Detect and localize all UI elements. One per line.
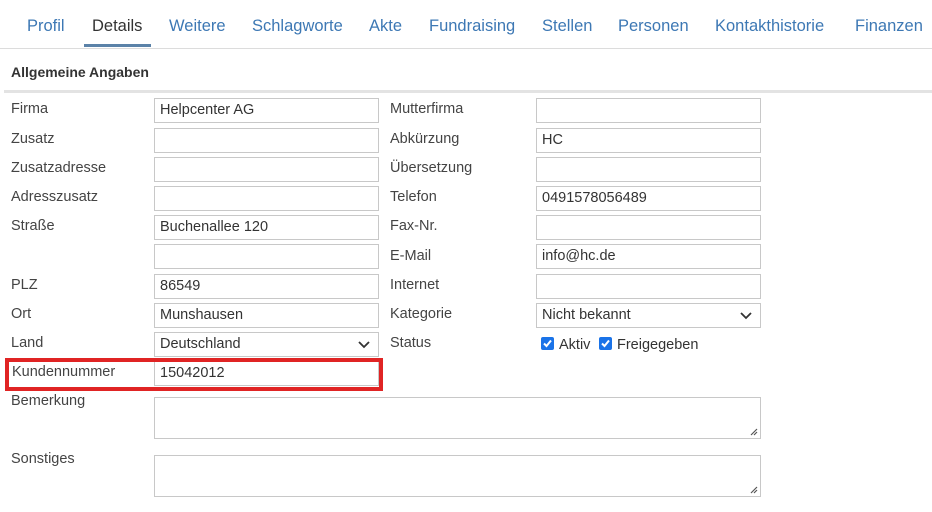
adresszusatz-field[interactable] [154,186,379,211]
kategorie-label: Kategorie [390,306,453,322]
internet-field[interactable] [536,274,761,299]
ort-label: Ort [11,306,32,322]
fax-label: Fax-Nr. [390,218,438,234]
tab-kontakthistorie[interactable]: Kontakthistorie [715,17,824,36]
tab-stellen[interactable]: Stellen [542,17,592,36]
resize-grip-icon[interactable] [748,426,758,436]
zusatz-label: Zusatz [11,131,55,147]
section-title: Allgemeine Angaben [11,64,149,80]
tab-schlagworte[interactable]: Schlagworte [252,17,343,36]
plz-field[interactable]: 86549 [154,274,379,299]
zusatzadresse-label: Zusatzadresse [11,160,107,176]
uebersetzung-field[interactable] [536,157,761,182]
tab-details[interactable]: Details [92,17,142,36]
email-label: E-Mail [390,248,432,264]
internet-label: Internet [390,277,440,293]
section-divider [4,90,932,93]
tab-personen[interactable]: Personen [618,17,689,36]
chevron-down-icon [740,312,752,320]
sonstiges-label: Sonstiges [11,451,75,467]
status-label: Status [390,335,432,351]
abkuerzung-field[interactable]: HC [536,128,761,153]
aktiv-label[interactable]: Aktiv [559,337,590,353]
check-icon [543,339,552,348]
tab-weitere[interactable]: Weitere [169,17,226,36]
mutterfirma-label: Mutterfirma [390,101,464,117]
land-label: Land [11,335,44,351]
tab-fundraising[interactable]: Fundraising [429,17,515,36]
tab-bar: Profil Details Weitere Schlagworte Akte … [0,0,932,49]
strasse-label: Straße [11,218,55,234]
tab-akte[interactable]: Akte [369,17,402,36]
kundennummer-highlight-box [5,358,383,391]
bemerkung-textarea[interactable] [154,397,761,439]
fax-field[interactable] [536,215,761,240]
firma-label: Firma [11,101,49,117]
freigegeben-label[interactable]: Freigegeben [617,337,698,353]
zusatz-field[interactable] [154,128,379,153]
kategorie-select-value: Nicht bekannt [542,307,631,323]
abkuerzung-label: Abkürzung [390,131,460,147]
email-field[interactable]: info@hc.de [536,244,761,269]
land-select-value: Deutschland [160,336,241,352]
strasse-2-field[interactable] [154,244,379,269]
tab-profil[interactable]: Profil [27,17,65,36]
mutterfirma-field[interactable] [536,98,761,123]
resize-grip-icon[interactable] [748,484,758,494]
kategorie-select[interactable]: Nicht bekannt [536,303,761,328]
telefon-label: Telefon [390,189,437,205]
adresszusatz-label: Adresszusatz [11,189,99,205]
active-tab-indicator [84,44,151,47]
tab-finanzen[interactable]: Finanzen [855,17,923,36]
ort-field[interactable]: Munshausen [154,303,379,328]
chevron-down-icon [358,341,370,349]
aktiv-checkbox[interactable] [541,337,554,350]
sonstiges-textarea[interactable] [154,455,761,497]
bemerkung-label: Bemerkung [11,393,86,409]
freigegeben-checkbox[interactable] [599,337,612,350]
uebersetzung-label: Übersetzung [390,160,473,176]
check-icon [601,339,610,348]
plz-label: PLZ [11,277,38,293]
strasse-field[interactable]: Buchenallee 120 [154,215,379,240]
firma-field[interactable]: Helpcenter AG [154,98,379,123]
land-select[interactable]: Deutschland [154,332,379,357]
zusatzadresse-field[interactable] [154,157,379,182]
telefon-field[interactable]: 0491578056489 [536,186,761,211]
